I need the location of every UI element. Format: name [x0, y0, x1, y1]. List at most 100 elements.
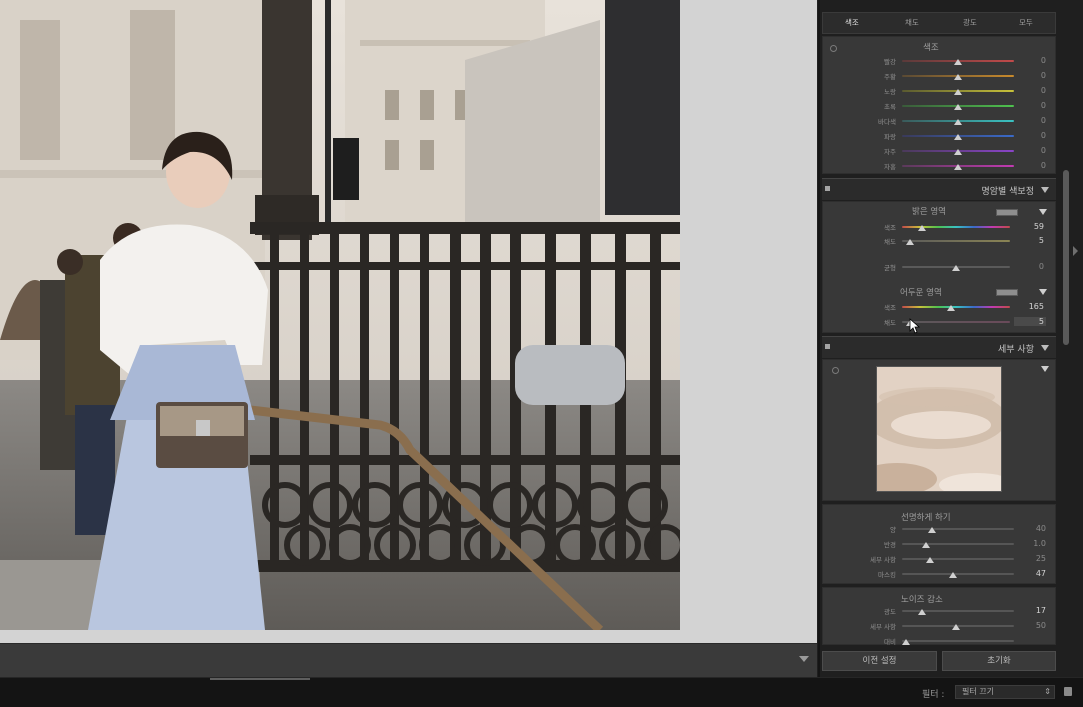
- photo-canvas[interactable]: [0, 0, 817, 643]
- mouse-cursor-icon: [909, 318, 921, 334]
- highlights-hue-label: 색조: [884, 224, 896, 232]
- sharpening-row-label: 반경: [884, 541, 896, 549]
- noise-reduction-title: 노이즈 감소: [901, 595, 943, 605]
- shadows-hue-value[interactable]: 165: [1014, 302, 1044, 311]
- noise-row-label: 광도: [884, 608, 896, 616]
- highlights-hue-value[interactable]: 59: [1014, 222, 1044, 231]
- split-toning-header[interactable]: 명암별 색보정: [822, 178, 1056, 200]
- hsl-row-thumb[interactable]: [954, 149, 962, 155]
- noise-row-value[interactable]: 50: [1016, 621, 1046, 630]
- sharpening-row-thumb[interactable]: [922, 542, 930, 548]
- hsl-row-label: 초록: [884, 103, 896, 111]
- balance-thumb[interactable]: [952, 265, 960, 271]
- hsl-row-label: 바다색: [878, 118, 896, 126]
- sharpening-row-value[interactable]: 25: [1016, 554, 1046, 563]
- detail-header[interactable]: 세부 사항: [822, 336, 1056, 358]
- hsl-row-thumb[interactable]: [954, 134, 962, 140]
- sharpening-row-value[interactable]: 40: [1016, 524, 1046, 533]
- sharpening-row-label: 세부 사항: [870, 556, 896, 564]
- panel-collapse-arrow-icon[interactable]: [1073, 246, 1078, 256]
- sharpening-row-slider[interactable]: [902, 573, 1014, 575]
- hsl-row-value[interactable]: 0: [1016, 86, 1046, 95]
- sharpening-row-slider[interactable]: [902, 543, 1014, 545]
- photo-preview[interactable]: [0, 0, 680, 630]
- sharpening-row-value[interactable]: 1.0: [1016, 539, 1046, 548]
- split-toning-title: 명암별 색보정: [981, 187, 1034, 197]
- target-adjust-icon[interactable]: [832, 367, 839, 374]
- hsl-row-label: 자주: [884, 148, 896, 156]
- progress-indicator: [210, 678, 310, 680]
- hsl-row-label: 파랑: [884, 133, 896, 141]
- filter-label: 필터 :: [922, 690, 945, 700]
- hsl-row-value[interactable]: 0: [1016, 161, 1046, 170]
- sharpening-row-slider[interactable]: [902, 528, 1014, 530]
- panel-switch-icon[interactable]: [825, 344, 830, 349]
- reset-button[interactable]: 초기화: [942, 651, 1056, 671]
- hsl-row-value[interactable]: 0: [1016, 56, 1046, 65]
- hsl-row-label: 자홍: [884, 163, 896, 171]
- balance-value[interactable]: 0: [1014, 262, 1044, 271]
- shadows-sat-label: 채도: [884, 319, 896, 327]
- hsl-row-value[interactable]: 0: [1016, 131, 1046, 140]
- noise-row-value[interactable]: 17: [1016, 606, 1046, 615]
- shadows-menu-icon[interactable]: [1039, 289, 1047, 295]
- hsl-title: 색조: [923, 43, 939, 53]
- hsl-row-value[interactable]: 0: [1016, 116, 1046, 125]
- hsl-row-thumb[interactable]: [954, 104, 962, 110]
- hsl-tab-bar: 색조 채도 광도 모두: [822, 12, 1056, 34]
- shadows-title: 어두운 영역: [900, 288, 942, 298]
- tab-saturation[interactable]: 채도: [905, 17, 919, 28]
- highlights-hue-thumb[interactable]: [918, 225, 926, 231]
- lock-icon[interactable]: [1064, 687, 1072, 696]
- collapse-triangle-icon[interactable]: [1041, 187, 1049, 193]
- hsl-row-thumb[interactable]: [954, 119, 962, 125]
- panel-divider: [818, 0, 820, 677]
- hsl-row-thumb[interactable]: [954, 74, 962, 80]
- hsl-row-label: 빨강: [884, 58, 896, 66]
- status-bar: 필터 : 필터 끄기: [0, 677, 1083, 707]
- shadows-color-swatch[interactable]: [996, 289, 1018, 296]
- sharpening-row-value[interactable]: 47: [1016, 569, 1046, 578]
- sharpening-row-thumb[interactable]: [928, 527, 936, 533]
- noise-row-label: 세부 사항: [870, 623, 896, 631]
- panel-switch-icon[interactable]: [825, 186, 830, 191]
- highlights-menu-icon[interactable]: [1039, 209, 1047, 215]
- hsl-row-thumb[interactable]: [954, 164, 962, 170]
- filter-select[interactable]: 필터 끄기: [955, 685, 1055, 699]
- detail-zoom-preview[interactable]: [876, 366, 1002, 492]
- hsl-row-thumb[interactable]: [954, 59, 962, 65]
- filmstrip-toolbar: [0, 643, 817, 677]
- sharpening-row-thumb[interactable]: [949, 572, 957, 578]
- sharpening-row-thumb[interactable]: [926, 557, 934, 563]
- panel-scrollbar[interactable]: [1063, 170, 1069, 345]
- noise-row-thumb[interactable]: [918, 609, 926, 615]
- highlights-sat-thumb[interactable]: [906, 239, 914, 245]
- hsl-row-thumb[interactable]: [954, 89, 962, 95]
- shadows-hue-slider[interactable]: [902, 306, 1010, 308]
- hsl-row-value[interactable]: 0: [1016, 71, 1046, 80]
- highlights-sat-label: 채도: [884, 238, 896, 246]
- hsl-row-value[interactable]: 0: [1016, 146, 1046, 155]
- collapse-triangle-icon[interactable]: [1041, 345, 1049, 351]
- hsl-row-value[interactable]: 0: [1016, 101, 1046, 110]
- highlights-color-swatch[interactable]: [996, 209, 1018, 216]
- noise-row-thumb[interactable]: [952, 624, 960, 630]
- shadows-sat-value[interactable]: 5: [1014, 317, 1046, 326]
- noise-row-thumb[interactable]: [902, 639, 910, 645]
- balance-label: 균형: [884, 264, 896, 272]
- tab-hue[interactable]: 색조: [845, 17, 859, 28]
- noise-row-slider[interactable]: [902, 640, 1014, 642]
- target-adjust-icon[interactable]: [830, 45, 837, 52]
- filmstrip-toggle-icon[interactable]: [799, 656, 809, 662]
- shadows-hue-thumb[interactable]: [947, 305, 955, 311]
- tab-all[interactable]: 모두: [1019, 17, 1033, 28]
- highlights-sat-value[interactable]: 5: [1014, 236, 1044, 245]
- sharpening-row-slider[interactable]: [902, 558, 1014, 560]
- highlights-sat-slider[interactable]: [902, 240, 1010, 242]
- hsl-row-label: 주황: [884, 73, 896, 81]
- sharpening-row-label: 양: [890, 526, 896, 534]
- highlights-title: 밝은 영역: [912, 207, 946, 217]
- previous-settings-button[interactable]: 이전 설정: [822, 651, 937, 671]
- tab-luminance[interactable]: 광도: [963, 17, 977, 28]
- preview-menu-icon[interactable]: [1041, 366, 1049, 372]
